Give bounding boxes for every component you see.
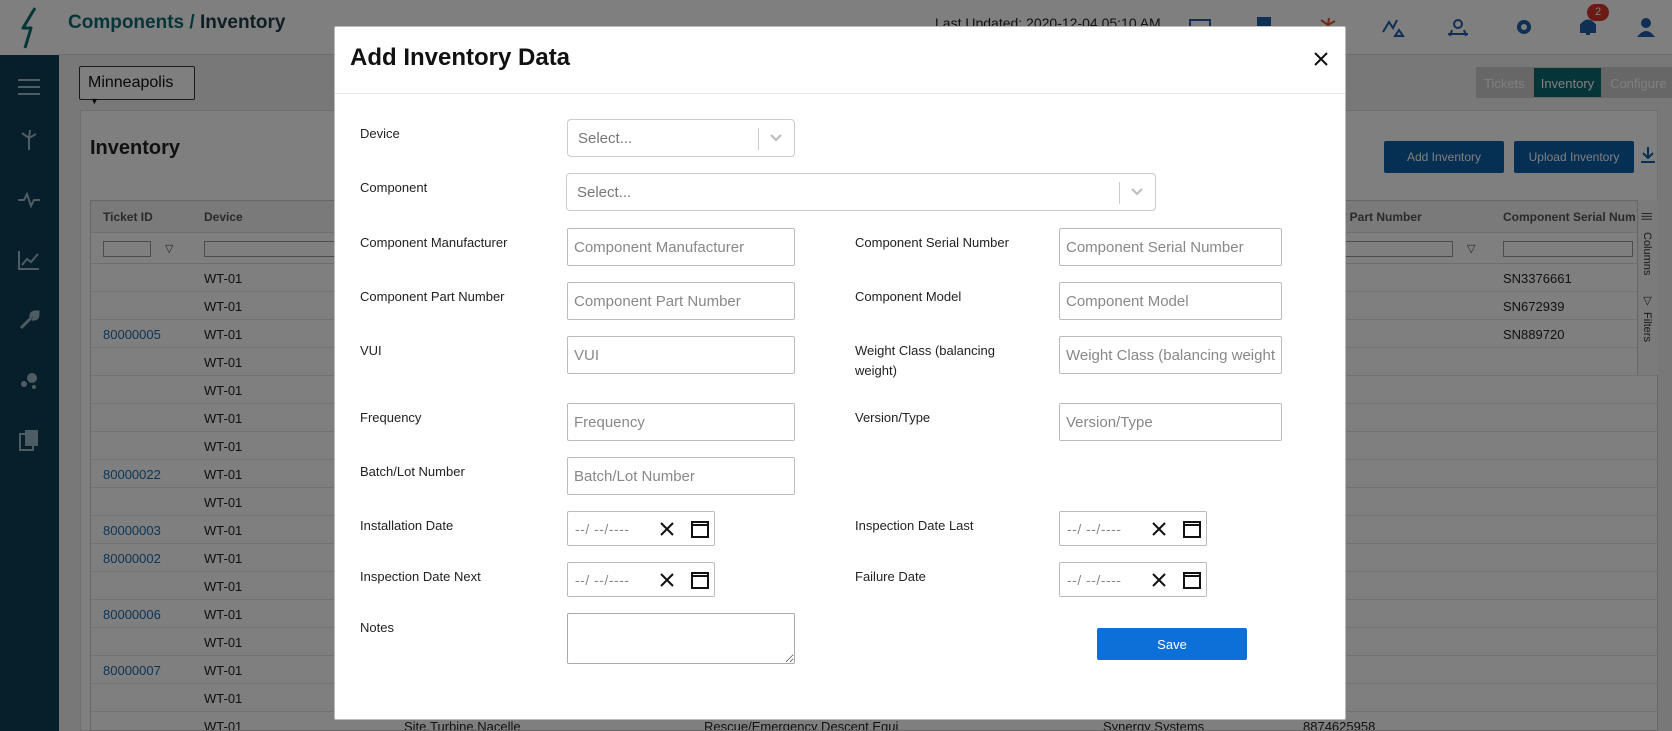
weight-class-input[interactable] [1059,336,1282,374]
frequency-input[interactable] [567,403,795,441]
inspection-date-next-label: Inspection Date Next [360,569,481,584]
device-select[interactable]: Select... [567,119,795,157]
close-icon [1314,52,1328,66]
modal-title: Add Inventory Data [350,44,571,71]
date-placeholder: --/ --/---- [1067,521,1122,537]
calendar-icon[interactable] [690,570,710,590]
save-button[interactable]: Save [1097,628,1247,660]
chevron-down-icon[interactable] [769,130,783,151]
modal-header: Add Inventory Data [335,27,1345,94]
date-placeholder: --/ --/---- [575,572,630,588]
component-part-number-input[interactable] [567,282,795,320]
version-type-input[interactable] [1059,403,1282,441]
component-select[interactable]: Select... [566,173,1156,211]
component-manufacturer-label: Component Manufacturer [360,235,508,250]
installation-date-label: Installation Date [360,518,454,533]
inspection-date-last-input[interactable]: --/ --/---- [1059,511,1207,546]
clear-icon[interactable] [658,571,676,589]
failure-date-label: Failure Date [855,569,926,584]
batch-lot-input[interactable] [567,457,795,495]
inspection-date-last-label: Inspection Date Last [855,518,974,533]
version-type-label: Version/Type [855,410,931,425]
calendar-icon[interactable] [690,519,710,539]
clear-icon[interactable] [658,520,676,538]
component-model-input[interactable] [1059,282,1282,320]
installation-date-input[interactable]: --/ --/---- [567,511,715,546]
weight-class-label: Weight Class (balancing weight) [855,343,995,378]
component-model-label: Component Model [855,289,962,304]
component-serial-number-input[interactable] [1059,228,1282,266]
calendar-icon[interactable] [1182,519,1202,539]
calendar-icon[interactable] [1182,570,1202,590]
component-manufacturer-input[interactable] [567,228,795,266]
failure-date-input[interactable]: --/ --/---- [1059,562,1207,597]
date-placeholder: --/ --/---- [1067,572,1122,588]
clear-icon[interactable] [1150,571,1168,589]
notes-textarea[interactable] [567,613,795,664]
frequency-label: Frequency [360,410,422,425]
close-button[interactable] [1309,47,1333,71]
component-select-placeholder: Select... [577,184,632,201]
batch-lot-label: Batch/Lot Number [360,464,465,479]
vui-label: VUI [360,343,382,358]
device-select-placeholder: Select... [578,130,633,147]
vui-input[interactable] [567,336,795,374]
component-part-number-label: Component Part Number [360,289,505,304]
clear-icon[interactable] [1150,520,1168,538]
component-label: Component [360,180,428,195]
chevron-down-icon[interactable] [1130,184,1144,205]
inspection-date-next-input[interactable]: --/ --/---- [567,562,715,597]
select-divider [758,128,759,150]
notes-label: Notes [360,620,394,635]
add-inventory-modal: Add Inventory Data Device Select... Comp… [334,26,1346,720]
component-serial-number-label: Component Serial Number [855,235,1009,250]
device-label: Device [360,126,400,141]
date-placeholder: --/ --/---- [575,521,630,537]
select-divider [1119,182,1120,204]
